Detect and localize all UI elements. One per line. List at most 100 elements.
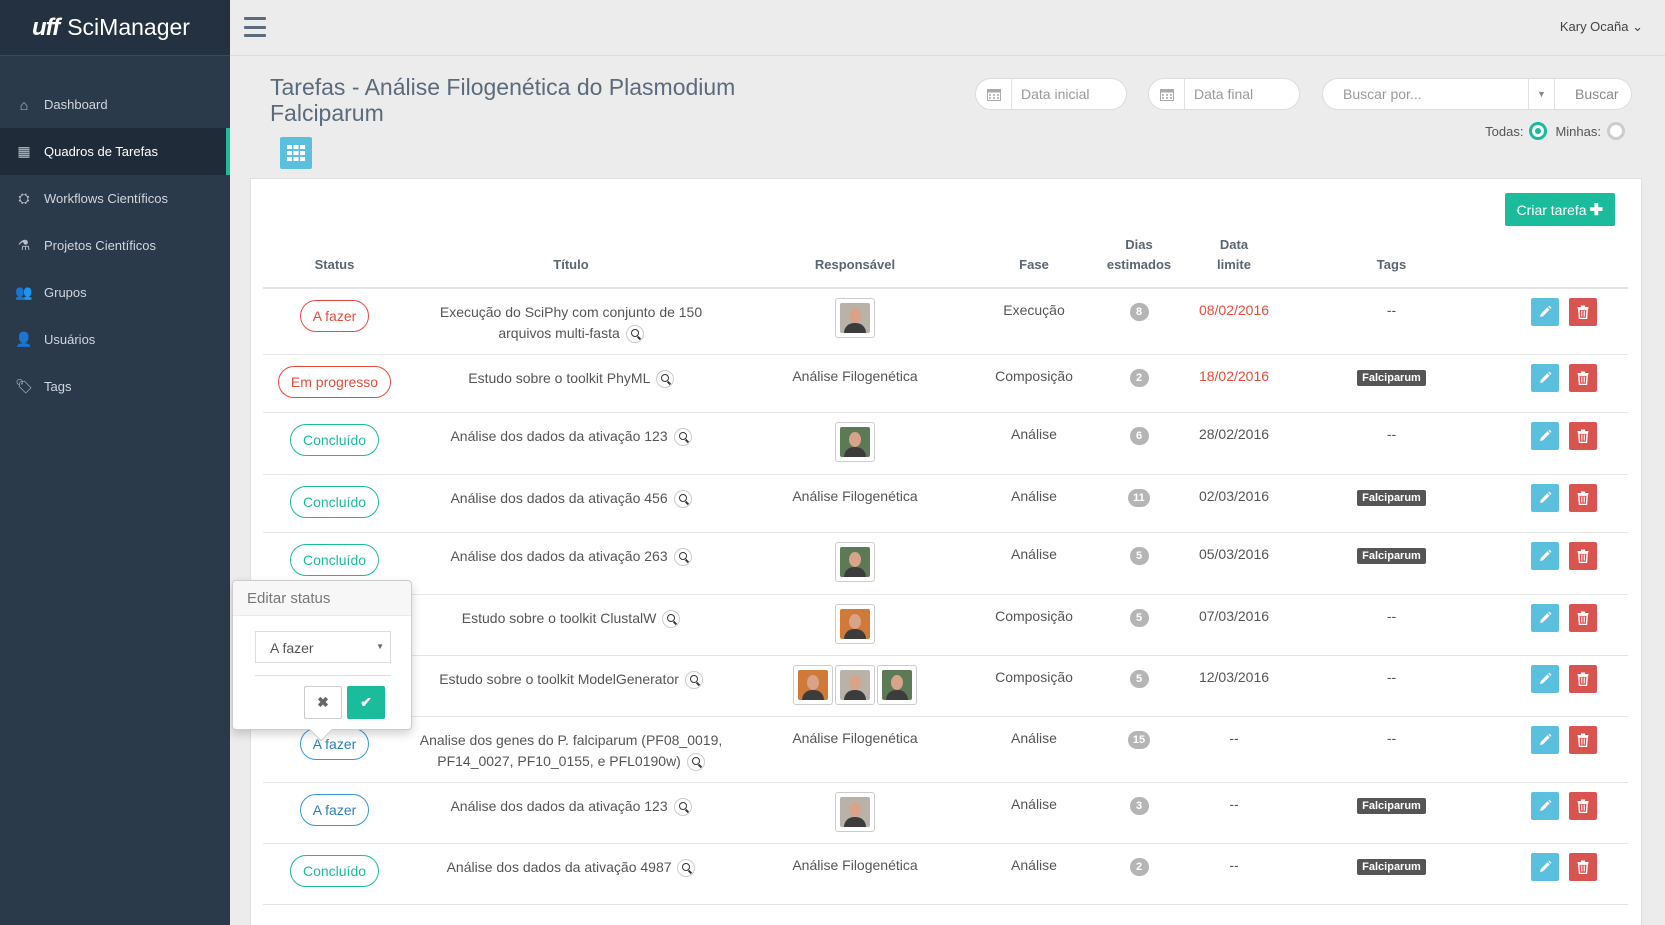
title-wrap: Análise dos dados da ativação 456 bbox=[406, 488, 736, 509]
header-status[interactable]: Status bbox=[263, 231, 406, 289]
avatar[interactable] bbox=[835, 791, 875, 832]
avatar[interactable] bbox=[835, 421, 875, 462]
chevron-down-icon: ▼ bbox=[376, 642, 384, 651]
grid-view-button[interactable] bbox=[280, 137, 312, 169]
zoom-in-icon[interactable] bbox=[673, 797, 692, 816]
sidebar-item-grupos[interactable]: 👥 Grupos bbox=[0, 269, 230, 316]
edit-button[interactable] bbox=[1530, 483, 1559, 512]
edit-button[interactable] bbox=[1530, 421, 1559, 450]
create-task-button[interactable]: Criar tarefa ✚ bbox=[1504, 193, 1615, 226]
sidebar-item-dashboard[interactable]: ⌂ Dashboard bbox=[0, 81, 230, 128]
days-cell: 8 bbox=[1094, 288, 1184, 355]
status-button[interactable]: Concluído bbox=[289, 485, 380, 518]
filter-mine-radio[interactable] bbox=[1607, 122, 1625, 140]
avatar[interactable] bbox=[793, 664, 833, 705]
zoom-in-icon[interactable] bbox=[662, 609, 681, 628]
search-button[interactable]: Buscar bbox=[1555, 86, 1619, 102]
cancel-button[interactable]: ✖ bbox=[304, 686, 342, 719]
edit-button[interactable] bbox=[1530, 791, 1559, 820]
header-phase[interactable]: Fase bbox=[974, 231, 1094, 289]
status-button[interactable]: A fazer bbox=[299, 793, 370, 826]
sidebar-item-usuários[interactable]: 👤 Usuários bbox=[0, 316, 230, 363]
header-responsible[interactable]: Responsável bbox=[736, 231, 974, 289]
check-icon: ✔ bbox=[360, 694, 372, 710]
deadline-cell: 02/03/2016 bbox=[1184, 474, 1284, 533]
user-menu[interactable]: Kary Ocaña ⌄ bbox=[1560, 19, 1643, 35]
filter-all-radio[interactable] bbox=[1529, 122, 1548, 140]
header-days[interactable]: Dias estimados bbox=[1094, 231, 1184, 289]
zoom-in-icon[interactable] bbox=[677, 858, 696, 877]
edit-button[interactable] bbox=[1530, 298, 1559, 326]
sidebar-item-tags[interactable]: 🏷 Tags bbox=[0, 363, 230, 410]
phase-cell: Análise bbox=[974, 843, 1094, 905]
title-cell: Estudo sobre o toolkit ModelGenerator bbox=[406, 655, 736, 717]
sidebar-item-projetos[interactable]: ⚗ Projetos Científicos bbox=[0, 222, 230, 269]
edit-button[interactable] bbox=[1530, 541, 1559, 570]
edit-button[interactable] bbox=[1530, 725, 1559, 754]
task-title: Análise dos dados da ativação 456 bbox=[450, 489, 668, 506]
days-badge: 8 bbox=[1129, 303, 1149, 321]
delete-button[interactable] bbox=[1568, 363, 1597, 392]
deadline-cell: 08/02/2016 bbox=[1184, 288, 1284, 355]
responsible-group: Análise Filogenética bbox=[792, 729, 918, 746]
zoom-in-icon[interactable] bbox=[655, 369, 674, 388]
brand[interactable]: uff SciManager bbox=[0, 0, 230, 56]
status-button[interactable]: Em progresso bbox=[277, 365, 392, 398]
avatar[interactable] bbox=[835, 603, 875, 644]
status-select[interactable]: A fazer ▼ bbox=[255, 631, 391, 663]
avatar-photo bbox=[840, 303, 870, 333]
header-tags[interactable]: Tags bbox=[1284, 231, 1499, 289]
zoom-in-icon[interactable] bbox=[686, 752, 705, 771]
avatar[interactable] bbox=[835, 298, 875, 338]
trash-icon bbox=[1577, 305, 1588, 319]
status-button[interactable]: Concluído bbox=[289, 423, 380, 456]
avatar[interactable] bbox=[835, 541, 875, 582]
title-cell: Análise dos dados da ativação 263 bbox=[406, 532, 736, 595]
tags-cell: Falciparum bbox=[1284, 354, 1499, 413]
delete-button[interactable] bbox=[1568, 541, 1597, 570]
sidebar-item-quadros[interactable]: ▦ Quadros de Tarefas bbox=[0, 128, 230, 175]
zoom-in-icon[interactable] bbox=[673, 427, 692, 446]
trash-icon bbox=[1577, 429, 1588, 443]
edit-button[interactable] bbox=[1530, 363, 1559, 392]
status-button[interactable]: Concluído bbox=[289, 543, 380, 576]
days-badge: 6 bbox=[1129, 426, 1149, 445]
delete-button[interactable] bbox=[1568, 725, 1597, 754]
date-start-field[interactable]: Data inicial bbox=[975, 78, 1127, 110]
table-row: Estudo sobre o toolkit ModelGenerator Co… bbox=[263, 655, 1628, 717]
edit-button[interactable] bbox=[1530, 603, 1559, 632]
delete-button[interactable] bbox=[1568, 791, 1597, 820]
delete-button[interactable] bbox=[1568, 483, 1597, 512]
date-end-field[interactable]: Data final bbox=[1148, 78, 1300, 110]
delete-button[interactable] bbox=[1568, 852, 1597, 881]
delete-button[interactable] bbox=[1568, 421, 1597, 450]
edit-button[interactable] bbox=[1530, 664, 1559, 693]
header-title[interactable]: Título bbox=[406, 231, 736, 289]
title-cell: Análise dos dados da ativação 456 bbox=[406, 474, 736, 533]
delete-button[interactable] bbox=[1568, 603, 1597, 632]
avatar[interactable] bbox=[835, 664, 875, 705]
status-button[interactable]: A fazer bbox=[299, 727, 370, 760]
task-title: Análise dos dados da ativação 4987 bbox=[446, 858, 672, 875]
status-button[interactable]: A fazer bbox=[299, 300, 370, 332]
zoom-in-icon[interactable] bbox=[673, 547, 692, 566]
edit-button[interactable] bbox=[1530, 852, 1559, 881]
delete-button[interactable] bbox=[1568, 298, 1597, 326]
deadline-cell: 28/02/2016 bbox=[1184, 412, 1284, 475]
title-cell: Execução do SciPhy com conjunto de 150 a… bbox=[406, 288, 736, 355]
hamburger-menu-icon[interactable] bbox=[244, 17, 266, 37]
header-deadline[interactable]: Data limite bbox=[1184, 231, 1284, 289]
table-row: A fazer Execução do SciPhy com conjunto d… bbox=[263, 288, 1628, 355]
pencil-icon bbox=[1539, 371, 1551, 383]
chevron-down-icon[interactable]: ▼ bbox=[1528, 79, 1555, 109]
zoom-in-icon[interactable] bbox=[684, 670, 703, 689]
status-button[interactable]: Concluído bbox=[289, 854, 380, 887]
actions-cell bbox=[1499, 474, 1628, 533]
zoom-in-icon[interactable] bbox=[673, 489, 692, 508]
confirm-button[interactable]: ✔ bbox=[347, 686, 385, 719]
delete-button[interactable] bbox=[1568, 664, 1597, 693]
avatar[interactable] bbox=[877, 664, 917, 705]
sidebar-item-workflows[interactable]: ⛭ Workflows Científicos bbox=[0, 175, 230, 222]
search-input[interactable] bbox=[1323, 86, 1528, 102]
zoom-in-icon[interactable] bbox=[625, 325, 644, 344]
